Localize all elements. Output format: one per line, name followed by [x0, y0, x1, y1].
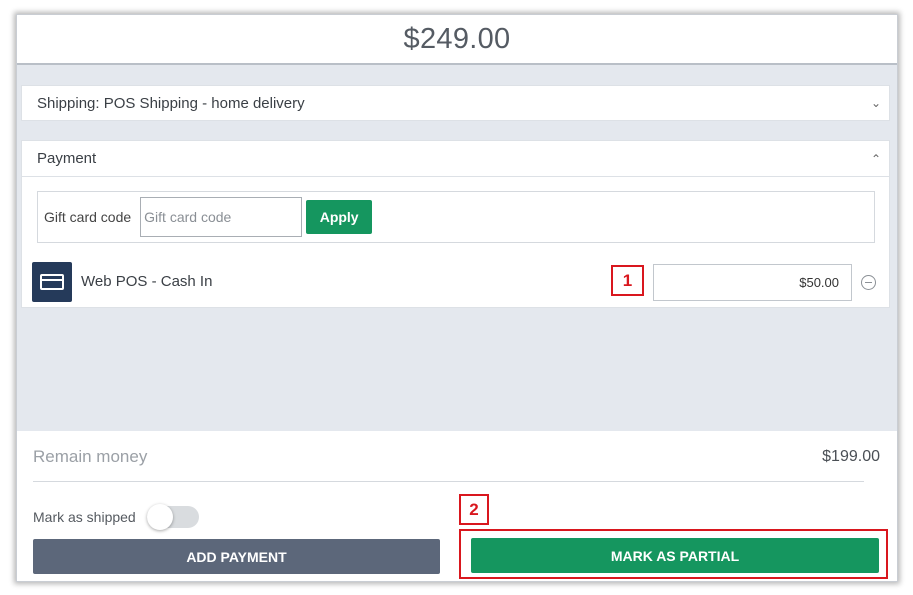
mark-shipped-label: Mark as shipped	[33, 509, 136, 525]
checkout-panel: $249.00 Shipping: POS Shipping - home de…	[16, 14, 898, 582]
chevron-up-icon[interactable]: ⌃	[871, 152, 881, 166]
callout-badge-1: 1	[611, 265, 644, 296]
shipping-label: Shipping: POS Shipping - home delivery	[37, 94, 305, 112]
divider	[33, 481, 864, 482]
remain-money-value: $199.00	[822, 448, 880, 465]
chevron-down-icon[interactable]: ⌄	[871, 96, 881, 110]
apply-button[interactable]: Apply	[306, 200, 373, 234]
payment-method-row: Web POS - Cash In	[32, 262, 882, 302]
payment-amount-input[interactable]	[653, 264, 852, 301]
credit-card-icon	[32, 262, 72, 302]
add-payment-button[interactable]: ADD PAYMENT	[33, 539, 440, 574]
gift-card-input[interactable]	[140, 197, 303, 237]
shipping-accordion[interactable]: Shipping: POS Shipping - home delivery ⌄	[21, 85, 890, 121]
order-total: $249.00	[17, 15, 897, 65]
mark-shipped-row: Mark as shipped	[33, 504, 199, 530]
remove-payment-icon[interactable]	[861, 275, 876, 290]
toggle-knob	[146, 504, 173, 530]
callout-highlight-box	[459, 529, 888, 579]
gift-card-label: Gift card code	[44, 209, 132, 225]
mark-shipped-toggle[interactable]	[146, 504, 199, 530]
payment-title: Payment	[37, 150, 97, 167]
payment-accordion: Payment ⌃ Gift card code Apply Web POS -…	[21, 140, 890, 308]
callout-badge-2: 2	[459, 494, 489, 525]
remain-money-row: Remain money $199.00	[33, 445, 880, 469]
payment-header[interactable]: Payment ⌃	[22, 141, 889, 177]
remain-money-label: Remain money	[33, 447, 148, 466]
gift-card-section: Gift card code Apply	[37, 191, 875, 243]
payment-method-name: Web POS - Cash In	[81, 273, 213, 290]
